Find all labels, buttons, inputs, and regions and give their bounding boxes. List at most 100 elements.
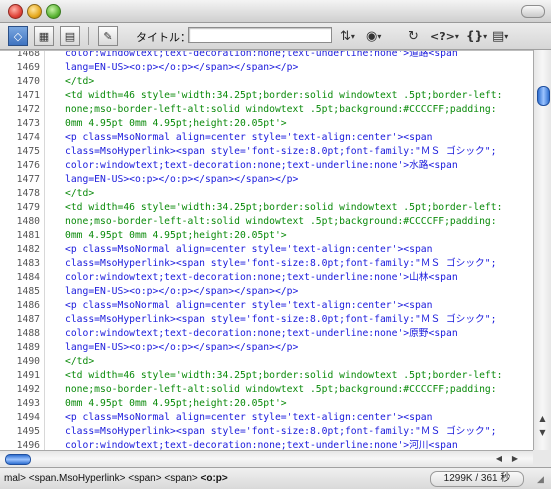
refresh-icon: ↻ — [408, 28, 419, 44]
line-number: 1471 — [16, 90, 40, 101]
editor-window: ◇ ▦ ▤ ✎ タイトル： ⇅ ▾ ◉ ▾ ↻ <?> ▾ {} ▾ ▤ ▾ 1… — [0, 0, 551, 489]
code-line[interactable]: 1469 lang=EN-US><o:p></o:p></span></span>… — [0, 61, 533, 75]
toolbar-toggle-button[interactable] — [521, 5, 545, 18]
code-line[interactable]: 1478 </td> — [0, 187, 533, 201]
code-line[interactable]: 1473 0mm 4.95pt 0mm 4.95pt;height:20.05pt… — [0, 117, 533, 131]
code-text[interactable]: </td> — [65, 355, 94, 369]
line-number: 1474 — [16, 132, 40, 143]
preview-in-browser-button[interactable]: ◉ ▾ — [366, 26, 381, 46]
code-text[interactable]: <p class=MsoNormal align=center style='t… — [65, 299, 432, 313]
validate-button[interactable]: ✎ — [98, 26, 118, 46]
scroll-right-arrow[interactable]: ▶ — [508, 452, 522, 465]
code-text[interactable]: <p class=MsoNormal align=center style='t… — [65, 131, 432, 145]
code-line[interactable]: 1471 <td width=46 style='width:34.25pt;bo… — [0, 89, 533, 103]
code-line[interactable]: 1491 <td width=46 style='width:34.25pt;bo… — [0, 369, 533, 383]
line-number: 1483 — [16, 258, 40, 269]
scroll-down-arrow[interactable]: ▼ — [534, 426, 551, 438]
toolbar-divider — [88, 27, 89, 45]
design-view-icon: ▤ — [64, 29, 76, 43]
source-view-button[interactable]: ◇ — [8, 26, 28, 46]
code-editor[interactable]: 1468 color:windowtext;text-decoration:non… — [0, 50, 533, 451]
split-view-button[interactable]: ▦ — [34, 26, 54, 46]
line-number: 1493 — [16, 398, 40, 409]
code-line[interactable]: 1474 <p class=MsoNormal align=center styl… — [0, 131, 533, 145]
refresh-button[interactable]: ↻ — [408, 26, 419, 46]
code-line[interactable]: 1468 color:windowtext;text-decoration:non… — [0, 50, 533, 61]
view-options-button[interactable]: ▤ ▾ — [492, 26, 508, 46]
code-line[interactable]: 1472 none;mso-border-left-alt:solid windo… — [0, 103, 533, 117]
code-line[interactable]: 1480 none;mso-border-left-alt:solid windo… — [0, 215, 533, 229]
code-text[interactable]: </td> — [65, 75, 94, 89]
line-number: 1490 — [16, 356, 40, 367]
code-text[interactable]: class=MsoHyperlink><span style='font-siz… — [65, 425, 496, 439]
code-text[interactable]: <td width=46 style='width:34.25pt;border… — [65, 369, 502, 383]
split-view-icon: ▦ — [38, 29, 50, 43]
code-text[interactable]: <td width=46 style='width:34.25pt;border… — [65, 201, 502, 215]
code-text[interactable]: lang=EN-US><o:p></o:p></span></span></p> — [65, 341, 298, 355]
horizontal-scrollbar[interactable]: ◀ ▶ — [0, 450, 533, 466]
file-transfer-button[interactable]: ⇅ ▾ — [340, 26, 355, 46]
code-text[interactable]: class=MsoHyperlink><span style='font-siz… — [65, 145, 496, 159]
code-line[interactable]: 1484 color:windowtext;text-decoration:non… — [0, 271, 533, 285]
scroll-left-arrow[interactable]: ◀ — [492, 452, 506, 465]
close-window-button[interactable] — [8, 4, 23, 19]
scroll-up-arrow[interactable]: ▲ — [534, 412, 551, 424]
code-line[interactable]: 1488 color:windowtext;text-decoration:non… — [0, 327, 533, 341]
code-line[interactable]: 1493 0mm 4.95pt 0mm 4.95pt;height:20.05pt… — [0, 397, 533, 411]
code-navigation-button[interactable]: <?> ▾ — [430, 26, 459, 46]
code-line[interactable]: 1490 </td> — [0, 355, 533, 369]
code-line[interactable]: 1486 <p class=MsoNormal align=center styl… — [0, 299, 533, 313]
resize-grip-icon[interactable]: ◢ — [537, 475, 549, 487]
line-number: 1488 — [16, 328, 40, 339]
code-text[interactable]: color:windowtext;text-decoration:none;te… — [65, 159, 458, 173]
code-text[interactable]: <p class=MsoNormal align=center style='t… — [65, 411, 432, 425]
breadcrumb-path[interactable]: mal> <span.MsoHyperlink> <span> <span> — [4, 473, 201, 484]
code-text[interactable]: <p class=MsoNormal align=center style='t… — [65, 243, 432, 257]
breadcrumb-current-tag[interactable]: <o:p> — [201, 473, 228, 484]
code-line[interactable]: 1495 class=MsoHyperlink><span style='font… — [0, 425, 533, 439]
code-text[interactable]: class=MsoHyperlink><span style='font-siz… — [65, 257, 496, 271]
code-text[interactable]: none;mso-border-left-alt:solid windowtex… — [65, 383, 497, 397]
code-line[interactable]: 1494 <p class=MsoNormal align=center styl… — [0, 411, 533, 425]
code-line[interactable]: 1485 lang=EN-US><o:p></o:p></span></span>… — [0, 285, 533, 299]
code-line[interactable]: 1487 class=MsoHyperlink><span style='font… — [0, 313, 533, 327]
design-view-button[interactable]: ▤ — [60, 26, 80, 46]
code-line[interactable]: 1470 </td> — [0, 75, 533, 89]
code-text[interactable]: none;mso-border-left-alt:solid windowtex… — [65, 103, 497, 117]
code-text[interactable]: lang=EN-US><o:p></o:p></span></span></p> — [65, 285, 298, 299]
horizontal-scroll-thumb[interactable] — [5, 454, 31, 465]
zoom-window-button[interactable] — [46, 4, 61, 19]
code-text[interactable]: </td> — [65, 187, 94, 201]
code-text[interactable]: color:windowtext;text-decoration:none;te… — [65, 271, 458, 285]
code-text[interactable]: 0mm 4.95pt 0mm 4.95pt;height:20.05pt'> — [65, 117, 287, 131]
code-text[interactable]: color:windowtext;text-decoration:none;te… — [65, 327, 458, 341]
title-input[interactable] — [188, 27, 332, 43]
code-text[interactable]: <td width=46 style='width:34.25pt;border… — [65, 89, 502, 103]
line-number: 1489 — [16, 342, 40, 353]
code-line[interactable]: 1476 color:windowtext;text-decoration:non… — [0, 159, 533, 173]
code-text[interactable]: lang=EN-US><o:p></o:p></span></span></p> — [65, 173, 298, 187]
code-text[interactable]: class=MsoHyperlink><span style='font-siz… — [65, 313, 496, 327]
code-line[interactable]: 1482 <p class=MsoNormal align=center styl… — [0, 243, 533, 257]
minimize-window-button[interactable] — [27, 4, 42, 19]
code-text[interactable]: lang=EN-US><o:p></o:p></span></span></p> — [65, 61, 298, 75]
tag-selector-breadcrumb[interactable]: mal> <span.MsoHyperlink> <span> <span> <… — [4, 473, 228, 484]
code-line[interactable]: 1489 lang=EN-US><o:p></o:p></span></span>… — [0, 341, 533, 355]
code-line[interactable]: 1475 class=MsoHyperlink><span style='font… — [0, 145, 533, 159]
code-line[interactable]: 1481 0mm 4.95pt 0mm 4.95pt;height:20.05pt… — [0, 229, 533, 243]
vertical-scroll-thumb[interactable] — [537, 86, 550, 106]
line-number: 1486 — [16, 300, 40, 311]
vertical-scrollbar[interactable]: ▲ ▼ — [533, 50, 551, 450]
code-text[interactable]: none;mso-border-left-alt:solid windowtex… — [65, 215, 497, 229]
line-number: 1468 — [16, 50, 40, 59]
download-size-indicator: 1299K / 361 秒 — [430, 471, 524, 487]
code-text[interactable]: 0mm 4.95pt 0mm 4.95pt;height:20.05pt'> — [65, 397, 287, 411]
code-text[interactable]: 0mm 4.95pt 0mm 4.95pt;height:20.05pt'> — [65, 229, 287, 243]
code-line[interactable]: 1483 class=MsoHyperlink><span style='font… — [0, 257, 533, 271]
brace-button[interactable]: {} ▾ — [466, 26, 487, 46]
code-line[interactable]: 1477 lang=EN-US><o:p></o:p></span></span>… — [0, 173, 533, 187]
code-text[interactable]: color:windowtext;text-decoration:none;te… — [65, 51, 458, 61]
file-transfer-icon: ⇅ — [340, 28, 351, 44]
code-line[interactable]: 1479 <td width=46 style='width:34.25pt;bo… — [0, 201, 533, 215]
code-line[interactable]: 1492 none;mso-border-left-alt:solid windo… — [0, 383, 533, 397]
